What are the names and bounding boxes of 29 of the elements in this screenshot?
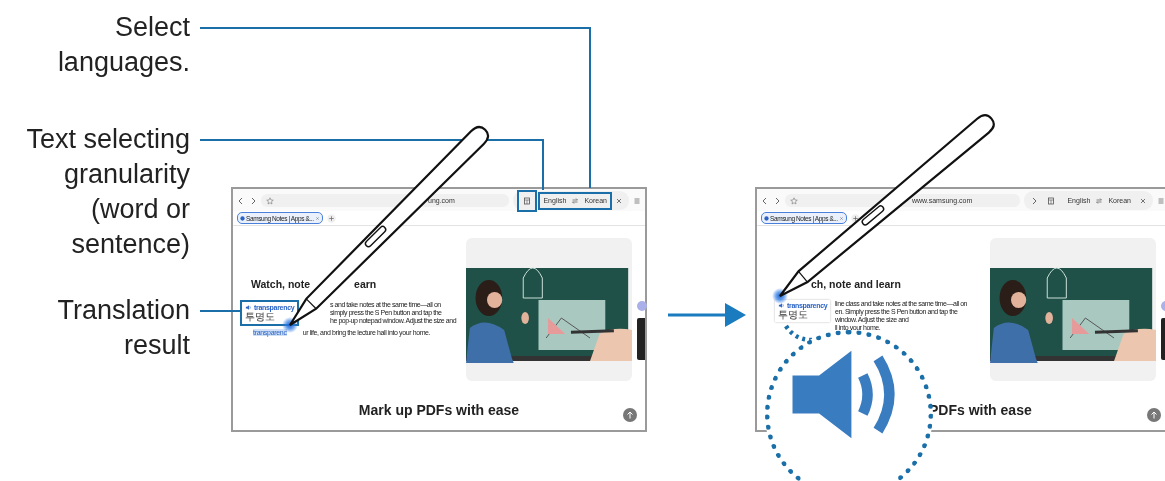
translation-text: 투명도 [778, 309, 808, 320]
callout-label: Select languages. [56, 11, 190, 79]
translation-text: 투명도 [245, 311, 275, 322]
back-icon[interactable] [761, 196, 769, 205]
back-icon[interactable] [237, 196, 245, 205]
swap-icon[interactable] [1095, 196, 1104, 205]
speaker-icon[interactable] [245, 304, 252, 311]
page-heading: ch, note and learn [811, 278, 901, 290]
info-icon [764, 215, 769, 221]
forward-icon[interactable] [773, 196, 781, 205]
close-icon[interactable] [615, 196, 623, 205]
callout-label: Translation result [56, 294, 190, 362]
section-title: Mark up PDFs with ease [358, 402, 520, 418]
star-icon[interactable] [266, 196, 274, 205]
page-heading: Watch, note [251, 278, 311, 290]
speaker-icon[interactable] [778, 302, 785, 309]
info-icon [240, 215, 245, 221]
document-icon[interactable] [519, 191, 536, 210]
scroll-up-icon[interactable] [623, 408, 637, 422]
page-heading: earn [354, 278, 377, 290]
chevron-icon[interactable] [1030, 196, 1039, 205]
forward-icon[interactable] [249, 196, 257, 205]
scroll-up-icon[interactable] [1147, 408, 1161, 422]
callout-label: Text selecting granularity (word or sentence) [25, 123, 190, 261]
pen-circle-icon[interactable] [637, 301, 647, 311]
star-icon[interactable] [790, 196, 798, 205]
swap-icon[interactable] [571, 196, 580, 205]
leader-line [199, 310, 241, 312]
close-icon[interactable] [1139, 196, 1147, 205]
